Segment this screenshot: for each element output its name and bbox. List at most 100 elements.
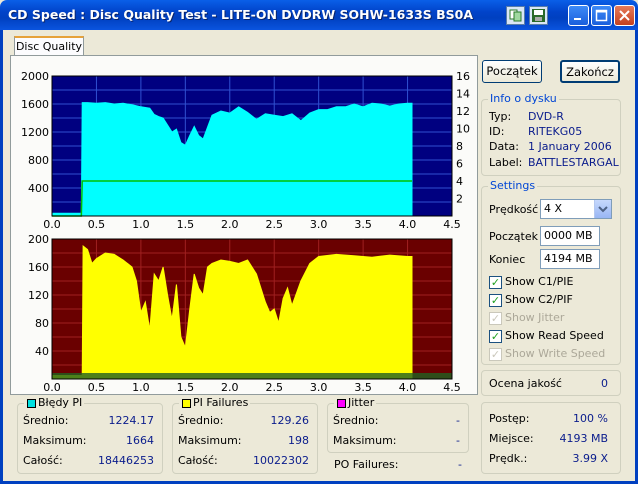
pi-failures-chart: 0.0 0.5 1.0 1.5 2.0 2.5 3.0 3.5 4.0 4.5 40 80 120 160… (28, 233, 461, 394)
quality-value: 0 (601, 377, 608, 390)
po-failures-value: - (458, 458, 462, 471)
data-area (51, 244, 413, 380)
tab-disc-quality[interactable]: Disc Quality (14, 36, 84, 56)
x-tick-label: 3.0 (310, 218, 328, 231)
end-pos-label: Koniec (489, 253, 526, 266)
y-tick-label: 1200 (21, 126, 49, 139)
x-tick-label: 0.0 (43, 218, 61, 231)
title-bar[interactable]: CD Speed : Disc Quality Test - LITE-ON D… (0, 0, 638, 30)
disc-info-group: Info o dysku Typ: DVD-R ID: RITEKG05 Dat… (481, 92, 621, 176)
pi-avg-value: 1224.17 (108, 414, 155, 427)
y2-tick-label: 14 (456, 88, 470, 101)
x-tick-label: 2.5 (265, 218, 283, 231)
y-tick-label: 160 (28, 261, 49, 274)
y2-tick-label: 2 (456, 193, 463, 206)
progress-value: 100 % (573, 412, 608, 425)
pif-avg-label: Średnio: (178, 414, 224, 427)
pi-errors-swatch (27, 399, 36, 408)
pi-errors-group: Błędy PI Średnio: 1224.17 Maksimum: 1664… (17, 396, 163, 474)
y-tick-label: 40 (35, 345, 49, 358)
copy-icon[interactable] (506, 6, 525, 25)
progress-group: Postęp: 100 % Miejsce: 4193 MB Prędk.: 3… (481, 402, 621, 474)
show-write-speed-label: Show Write Speed (505, 347, 606, 360)
pif-max-label: Maksimum: (178, 434, 242, 447)
speed-label: Prędkość (489, 203, 539, 216)
pif-max-value: 198 (288, 434, 309, 447)
x-tick-label: 0.5 (88, 218, 106, 231)
jitter-max-value: - (456, 434, 460, 447)
chevron-down-icon[interactable] (594, 200, 611, 218)
current-speed-label: Prędk.: (489, 452, 528, 465)
po-failures-label: PO Failures: (334, 458, 399, 471)
pi-failures-swatch (182, 399, 191, 408)
x-tick-label: 2.0 (221, 218, 239, 231)
start-pos-label: Początek (489, 230, 538, 243)
pi-max-value: 1664 (126, 434, 154, 447)
jitter-max-label: Maksimum: (333, 434, 397, 447)
jitter-avg-label: Średnio: (333, 414, 379, 427)
x-tick-label: 3.0 (310, 381, 328, 394)
end-pos-input[interactable]: 4194 MB (540, 249, 600, 269)
y-tick-label: 200 (28, 233, 49, 246)
label-value: BATTLESTARGAL (528, 156, 619, 169)
y-tick-label: 80 (35, 317, 49, 330)
x-tick-label: 4.5 (443, 381, 461, 394)
date-label: Data: (489, 140, 519, 153)
label-label: Label: (489, 156, 523, 169)
pif-avg-value: 129.26 (270, 414, 310, 427)
current-speed-value: 3.99 X (572, 452, 608, 465)
pi-failures-group: PI Failures Średnio: 129.26 Maksimum: 19… (172, 396, 318, 474)
show-pif-label: Show C2/PIF (505, 293, 573, 306)
show-pie-label: Show C1/PIE (505, 275, 574, 288)
pif-total-label: Całość: (178, 454, 218, 467)
x-tick-label: 2.5 (265, 381, 283, 394)
pi-total-value: 18446253 (98, 454, 154, 467)
show-write-speed-checkbox: ✓ (489, 348, 502, 361)
show-pif-checkbox[interactable]: ✓ (489, 294, 502, 307)
x-tick-label: 1.0 (132, 381, 150, 394)
type-value: DVD-R (528, 110, 564, 123)
save-icon[interactable] (529, 6, 548, 25)
window-frame-left (0, 30, 3, 484)
start-button[interactable]: Początek (482, 60, 542, 83)
minimize-button[interactable] (568, 5, 589, 26)
y-tick-label: 1600 (21, 98, 49, 111)
data-area (51, 102, 413, 217)
maximize-button[interactable] (591, 5, 612, 26)
disc-info-title: Info o dysku (488, 92, 559, 105)
quality-label: Ocena jakość (489, 377, 562, 390)
x-tick-label: 3.5 (354, 381, 372, 394)
start-pos-input[interactable]: 0000 MB (540, 226, 600, 246)
x-tick-label: 1.5 (177, 381, 195, 394)
close-button[interactable] (614, 5, 635, 26)
show-pie-checkbox[interactable]: ✓ (489, 276, 502, 289)
pi-avg-label: Średnio: (23, 414, 69, 427)
x-tick-label: 2.0 (221, 381, 239, 394)
x-tick-label: 4.0 (399, 381, 417, 394)
y2-tick-label: 8 (456, 140, 463, 153)
position-label: Miejsce: (489, 432, 534, 445)
pi-errors-chart: 0.0 0.5 1.0 1.5 2.0 2.5 3.0 3.5 4.0 4.5 400 800 1200… (21, 70, 470, 231)
position-value: 4193 MB (559, 432, 608, 445)
settings-group: Settings Prędkość 4 X Początek 0000 MB K… (481, 179, 621, 365)
settings-title: Settings (488, 179, 538, 192)
x-tick-label: 0.5 (88, 381, 106, 394)
y-tick-label: 2000 (21, 70, 49, 83)
id-value: RITEKG05 (528, 125, 583, 138)
y-tick-label: 400 (28, 182, 49, 195)
speed-select[interactable]: 4 X (540, 199, 612, 219)
y2-tick-label: 10 (456, 123, 470, 136)
x-tick-label: 0.0 (43, 381, 61, 394)
jitter-avg-value: - (456, 414, 460, 427)
app-window: CD Speed : Disc Quality Test - LITE-ON D… (0, 0, 638, 484)
y2-tick-label: 16 (456, 70, 470, 83)
id-label: ID: (489, 125, 505, 138)
x-tick-label: 4.5 (443, 218, 461, 231)
jitter-swatch (337, 399, 346, 408)
date-value: 1 January 2006 (528, 140, 612, 153)
show-read-speed-checkbox[interactable]: ✓ (489, 330, 502, 343)
y-tick-label: 120 (28, 289, 49, 302)
quality-group: Ocena jakość 0 (481, 370, 621, 396)
x-tick-label: 3.5 (354, 218, 372, 231)
exit-button[interactable]: Zakończ (560, 60, 620, 83)
